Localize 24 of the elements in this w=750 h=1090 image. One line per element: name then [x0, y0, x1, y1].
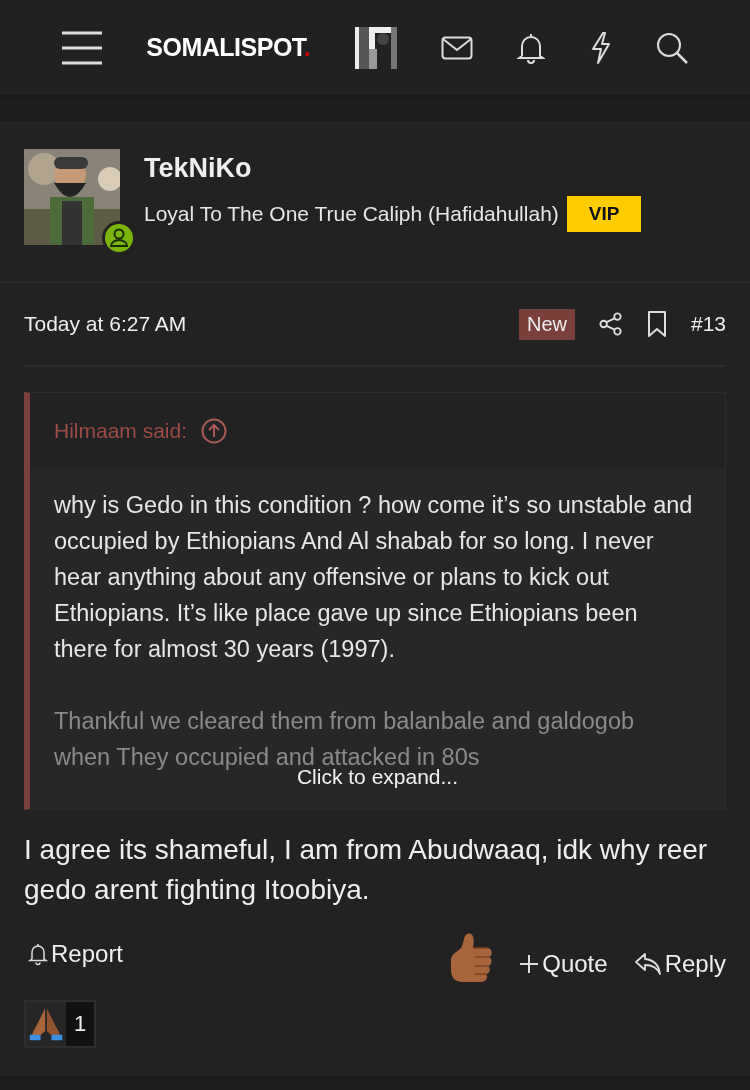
share-icon[interactable] — [598, 312, 623, 336]
reaction-summary[interactable]: 1 — [24, 1000, 97, 1048]
menu-icon[interactable] — [62, 30, 102, 65]
report-link[interactable]: Report — [28, 940, 124, 968]
post-time[interactable]: Today at 6:27 AM — [24, 312, 187, 336]
bell-icon[interactable] — [517, 31, 546, 64]
reply-button[interactable]: Reply — [633, 950, 726, 978]
username-link[interactable]: TekNiKo — [144, 153, 642, 184]
post-number-link[interactable]: #13 — [690, 312, 726, 336]
search-icon[interactable] — [655, 31, 688, 64]
mail-icon[interactable] — [440, 35, 473, 60]
site-logo[interactable]: SOMALISPOT. — [146, 33, 311, 62]
user-title: Loyal To The One True Caliph (Hafidahullah) — [144, 202, 559, 226]
quote-button[interactable]: Quote — [519, 950, 608, 978]
bell-icon — [28, 942, 48, 966]
lightning-icon[interactable] — [589, 31, 612, 64]
quote-paragraph: why is Gedo in this condition ? how come it’s so unstable and occupied by Ethiopians And Al shabab for so long. I never hear anything about any offensive or plans to kick out Ethiopians. It’s like place gave up since Ethiopians been there for almost 30 years (1997). — [54, 491, 694, 664]
plus-icon — [519, 954, 540, 974]
reply-icon — [633, 952, 662, 976]
bookmark-icon[interactable] — [646, 311, 667, 337]
new-badge: New — [518, 308, 575, 340]
arrow-up-circle-icon[interactable] — [201, 418, 228, 444]
vip-badge: VIP — [566, 196, 642, 232]
post-text: I agree its shameful, I am from Abudwaaq, idk why reer gedo arent fighting Itoobiya. — [24, 833, 709, 907]
